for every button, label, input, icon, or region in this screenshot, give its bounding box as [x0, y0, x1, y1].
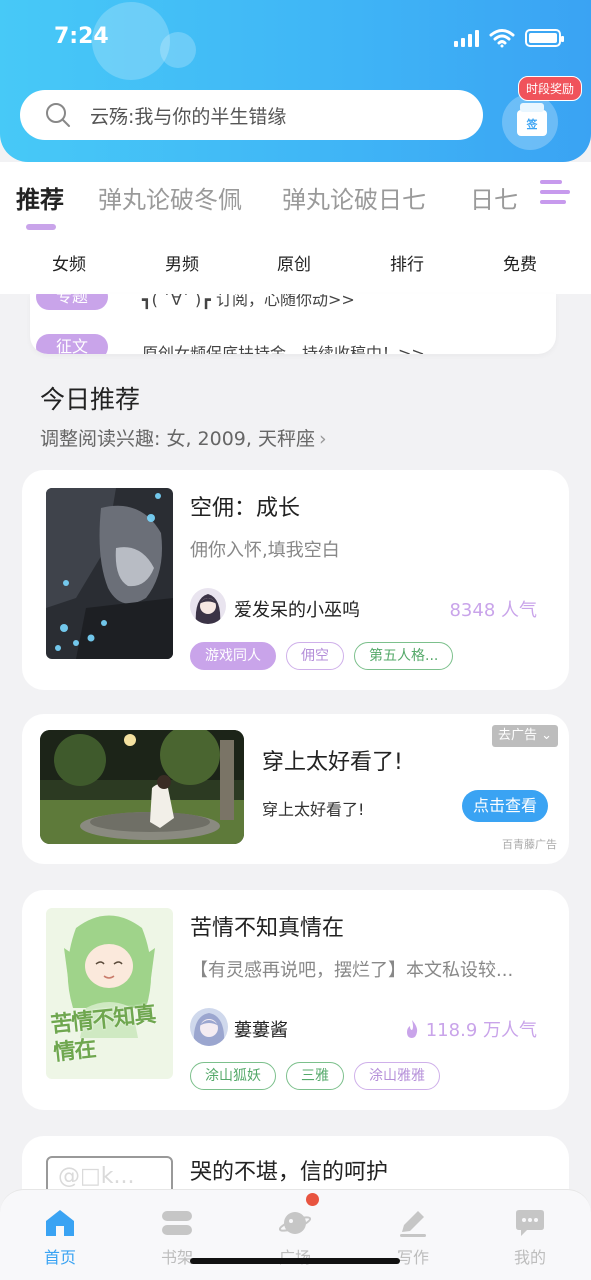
today-recommend-header: 今日推荐 调整阅读兴趣: 女, 2009, 天秤座 › — [40, 380, 327, 451]
cellular-signal-icon — [454, 29, 479, 47]
tab-recommend[interactable]: 推荐 — [16, 180, 64, 215]
status-icons — [454, 28, 564, 48]
nav-square-label: 广场 — [255, 1244, 335, 1268]
section-title: 今日推荐 — [40, 385, 141, 414]
author-avatar[interactable] — [190, 588, 226, 624]
category-tabs: 女频 男频 原创 排行 免费 — [0, 230, 591, 294]
chevron-down-icon: ⌄ — [541, 728, 553, 743]
remove-ad-button[interactable]: 去广告 ⌄ — [492, 725, 559, 747]
category-original[interactable]: 原创 — [277, 250, 311, 275]
tab-danganronpa-riqi[interactable]: 弹丸论破日七 — [282, 180, 426, 215]
book-tag[interactable]: 三雅 — [286, 1062, 344, 1090]
reading-interest-link[interactable]: 调整阅读兴趣: 女, 2009, 天秤座 › — [40, 424, 327, 451]
author-name[interactable]: 蔞蔞酱 — [234, 1016, 288, 1042]
notification-dot — [306, 1193, 319, 1206]
book-cover: 苦情不知真情在 — [46, 908, 173, 1079]
header-bar: 7:24 云殇:我与你的半生错缘 签 时段奖励 — [0, 0, 591, 162]
wifi-icon — [489, 29, 515, 48]
search-icon — [46, 103, 70, 127]
book-title: 空佣：成长 — [190, 496, 301, 521]
popularity: 118.9 万人气 — [404, 1016, 537, 1042]
pen-icon — [400, 1211, 426, 1237]
planet-icon — [278, 1212, 312, 1234]
tab-menu-icon[interactable] — [540, 180, 572, 212]
ad-subtitle: 穿上太好看了! — [262, 800, 365, 819]
book-tags: 游戏同人 佣空 第五人格... — [190, 642, 454, 670]
announcement-item[interactable]: 专题 ┓( ´∀` )┏ 订阅，心随你动>> — [30, 294, 556, 318]
flame-icon — [407, 1020, 418, 1038]
bookshelf-icon — [162, 1211, 192, 1235]
nav-home[interactable]: 首页 — [20, 1208, 100, 1268]
announcement-text: ┓( ´∀` )┏ 订阅，心随你动>> — [142, 294, 355, 309]
book-description: 【有灵感再说吧，摆烂了】本文私设较... — [190, 960, 514, 981]
category-female[interactable]: 女频 — [52, 250, 86, 275]
book-tag[interactable]: 涂山狐妖 — [190, 1062, 276, 1090]
author-name[interactable]: 爱发呆的小巫呜 — [234, 596, 360, 622]
announcement-list: 专题 ┓( ´∀` )┏ 订阅，心随你动>> 征文 原创女频保底扶持金，持续收稿… — [30, 294, 556, 354]
book-title: 哭的不堪，信的呵护 — [190, 1160, 389, 1185]
tab-riqi[interactable]: 日七 — [470, 180, 518, 215]
bubble-decoration — [160, 32, 196, 68]
remove-ad-label: 去广告 — [498, 728, 538, 743]
view-ad-button[interactable]: 点击查看 — [462, 790, 548, 822]
book-cover — [46, 488, 173, 659]
search-bar[interactable]: 云殇:我与你的半生错缘 — [20, 90, 483, 140]
book-tag[interactable]: 涂山雅雅 — [354, 1062, 440, 1090]
book-tag[interactable]: 游戏同人 — [190, 642, 276, 670]
period-reward-button[interactable]: 签 时段奖励 — [500, 76, 583, 160]
book-title: 苦情不知真情在 — [190, 916, 345, 941]
home-icon — [46, 1210, 74, 1236]
announcement-text: 原创女频保底扶持金，持续收稿中！>> — [142, 344, 425, 354]
ad-title: 穿上太好看了! — [262, 750, 403, 775]
popularity-count: 8348 人气 — [449, 600, 537, 621]
nav-me-label: 我的 — [513, 1248, 546, 1267]
home-indicator — [190, 1258, 400, 1264]
search-placeholder: 云殇:我与你的半生错缘 — [90, 105, 287, 128]
book-tag[interactable]: 第五人格... — [354, 642, 454, 670]
reading-interest-text: 调整阅读兴趣: 女, 2009, 天秤座 — [40, 428, 315, 450]
author-avatar[interactable] — [190, 1008, 228, 1046]
ad-source: 百青藤广告 — [502, 838, 557, 851]
nav-bookshelf-label: 书架 — [160, 1248, 193, 1267]
chat-icon — [516, 1210, 544, 1236]
status-time: 7:24 — [54, 24, 109, 49]
chevron-right-icon: › — [318, 428, 327, 450]
tab-danganronpa-dongpei[interactable]: 弹丸论破冬佩 — [98, 180, 242, 215]
category-free[interactable]: 免费 — [503, 250, 537, 275]
bottom-navigation: 首页 书架 广场 写作 我的 — [0, 1189, 591, 1280]
battery-icon — [525, 29, 564, 47]
category-ranking[interactable]: 排行 — [390, 250, 424, 275]
announcement-item[interactable]: 征文 原创女频保底扶持金，持续收稿中！>> — [30, 334, 556, 354]
book-card[interactable]: 苦情不知真情在 苦情不知真情在 【有灵感再说吧，摆烂了】本文私设较... 蔞蔞酱… — [22, 890, 569, 1110]
book-card[interactable]: 空佣：成长 佣你入怀,填我空白 爱发呆的小巫呜 8348 人气 游戏同人 佣空 … — [22, 470, 569, 690]
nav-me[interactable]: 我的 — [490, 1208, 570, 1268]
book-description: 佣你入怀,填我空白 — [190, 540, 340, 561]
channel-tabs: 推荐 弹丸论破冬佩 弹丸论破日七 日七 — [0, 162, 591, 230]
announcement-tag: 征文 — [36, 334, 108, 354]
reward-badge: 时段奖励 — [518, 76, 583, 101]
book-tags: 涂山狐妖 三雅 涂山雅雅 — [190, 1062, 440, 1090]
ad-card[interactable]: 穿上太好看了! 穿上太好看了! 点击查看 去广告 ⌄ 百青藤广告 — [22, 714, 569, 864]
sign-in-gift-icon: 签 — [517, 103, 547, 136]
announcement-tag: 专题 — [36, 294, 108, 310]
popularity-count: 118.9 万人气 — [425, 1020, 537, 1041]
category-male[interactable]: 男频 — [165, 250, 199, 275]
ad-image — [40, 730, 244, 844]
cover-watermark: @□k... — [58, 1164, 135, 1189]
nav-write-label: 写作 — [396, 1248, 429, 1267]
nav-home-label: 首页 — [43, 1248, 76, 1267]
book-tag[interactable]: 佣空 — [286, 642, 344, 670]
